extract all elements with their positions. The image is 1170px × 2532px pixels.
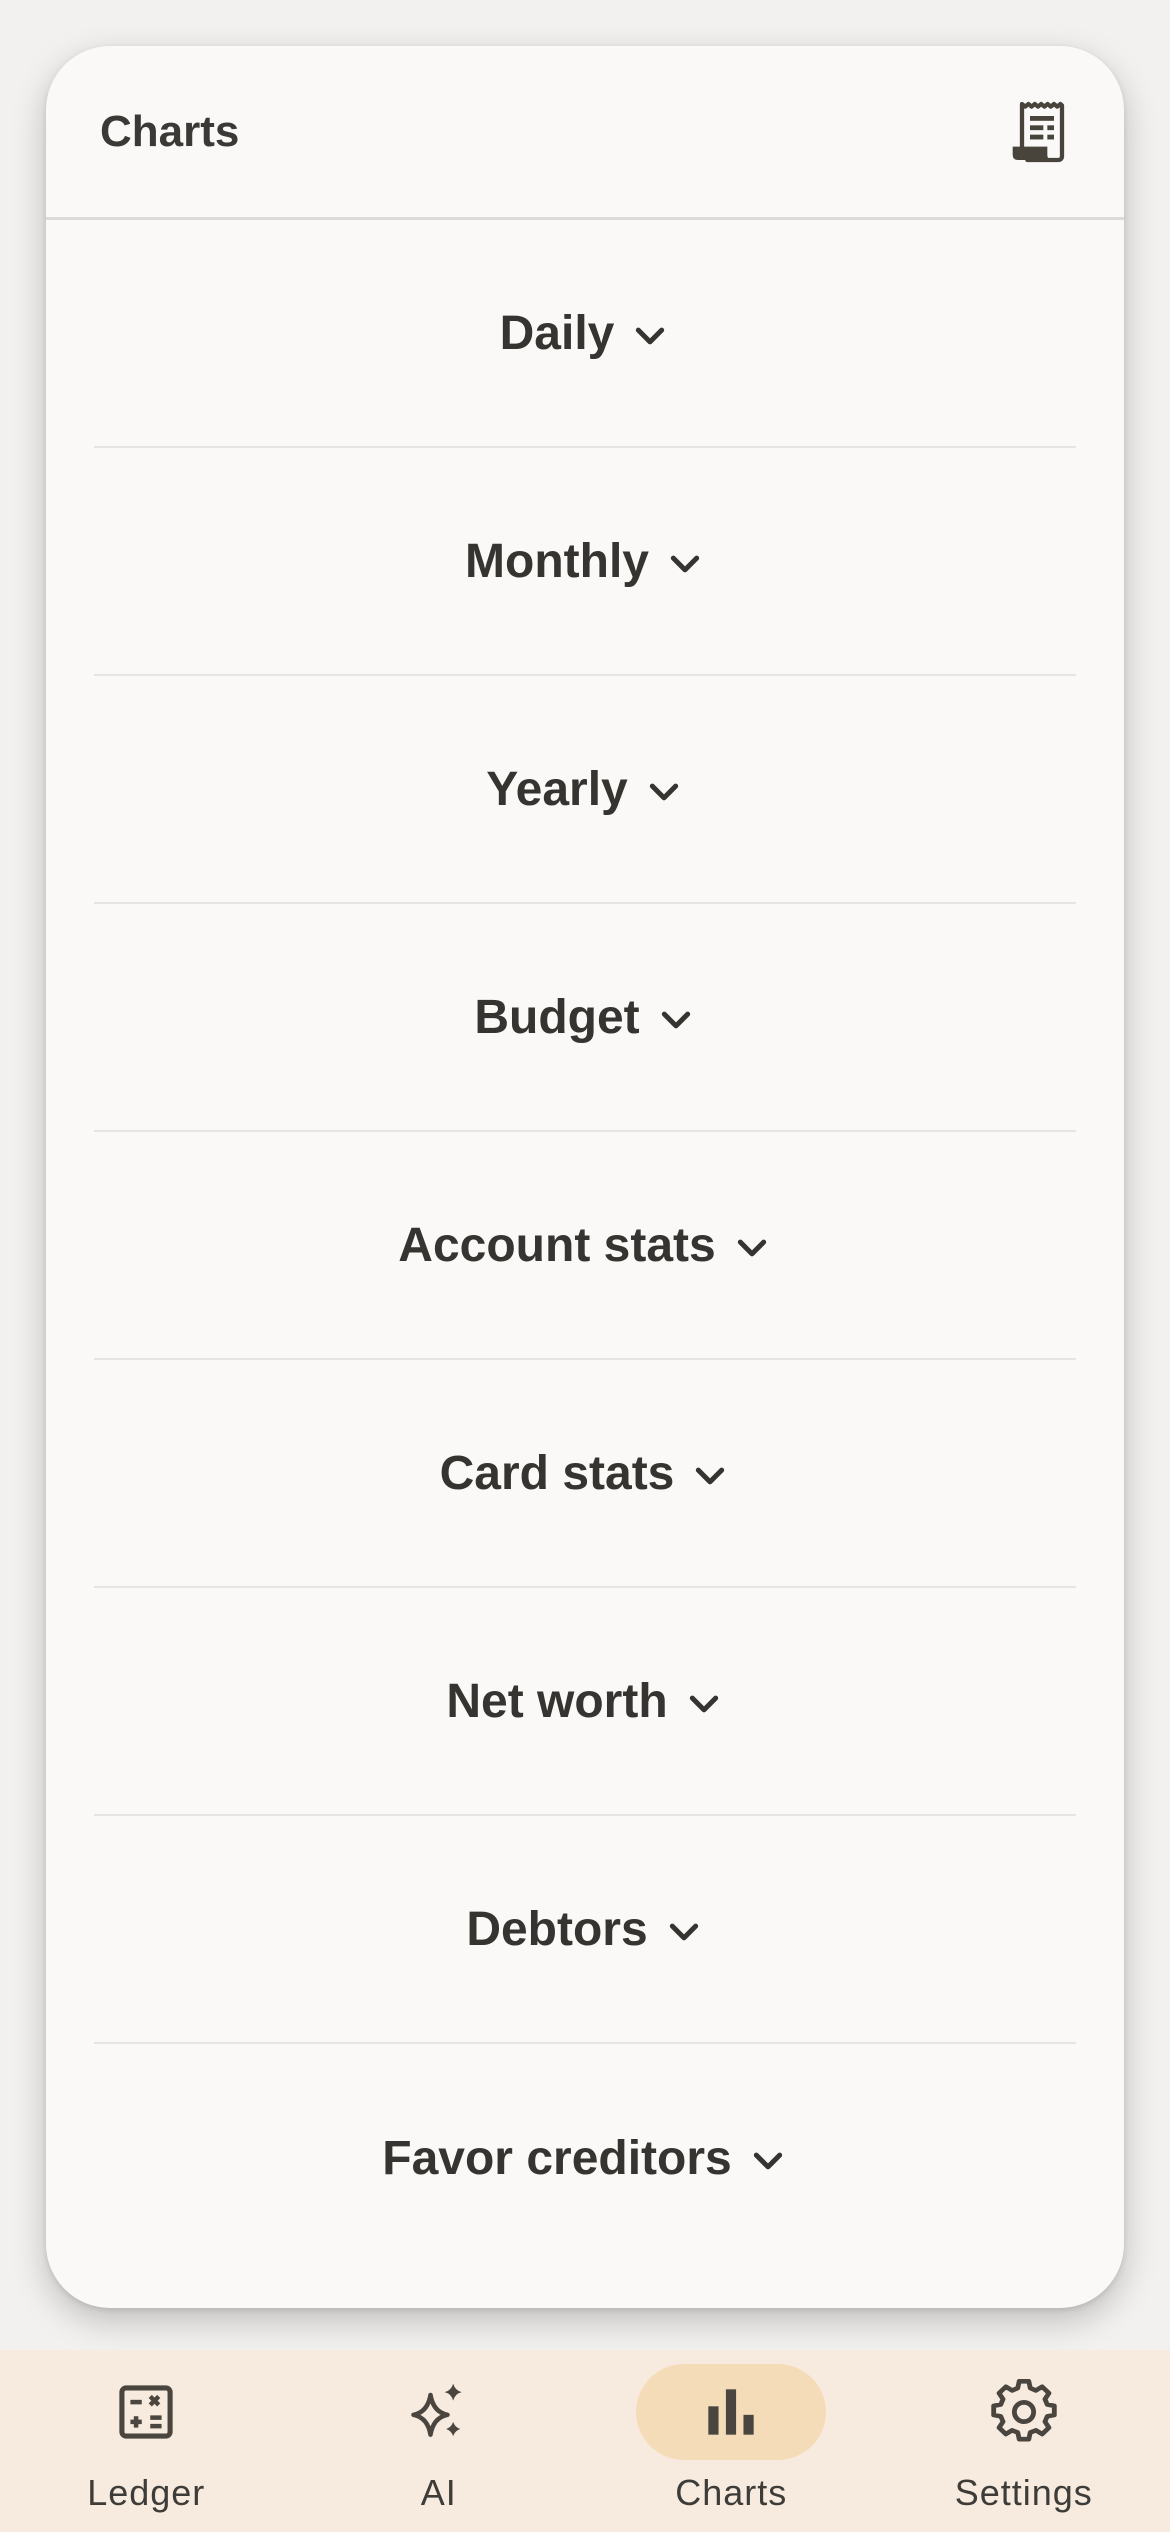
chevron-down-icon bbox=[649, 783, 678, 801]
page-title: Charts bbox=[100, 106, 240, 156]
chevron-down-icon bbox=[636, 327, 665, 345]
chevron-down-icon bbox=[670, 555, 700, 573]
chevron-down-icon bbox=[696, 1467, 725, 1485]
nav-item-charts[interactable]: Charts bbox=[585, 2350, 878, 2532]
section-monthly[interactable]: Monthly bbox=[94, 448, 1076, 676]
section-budget[interactable]: Budget bbox=[94, 904, 1076, 1132]
nav-label: Settings bbox=[954, 2472, 1093, 2513]
section-favor-creditors[interactable]: Favor creditors bbox=[94, 2044, 1076, 2272]
section-yearly[interactable]: Yearly bbox=[94, 676, 1076, 904]
receipt-icon[interactable] bbox=[1006, 100, 1070, 164]
section-label: Account stats bbox=[398, 1218, 716, 1272]
section-card-stats[interactable]: Card stats bbox=[94, 1360, 1076, 1588]
gear-icon bbox=[991, 2379, 1057, 2442]
section-label: Yearly bbox=[486, 762, 628, 816]
section-daily[interactable]: Daily bbox=[94, 220, 1076, 448]
nav-label: Ledger bbox=[87, 2472, 206, 2513]
nav-label: Charts bbox=[675, 2472, 788, 2513]
chart-sections-list: Daily Monthly Yearly Budget Account stat… bbox=[46, 220, 1124, 2272]
section-debtors[interactable]: Debtors bbox=[94, 1816, 1076, 2044]
section-label: Card stats bbox=[439, 1446, 675, 1500]
nav-item-ledger[interactable]: Ledger bbox=[0, 2350, 293, 2532]
nav-icon-container-active bbox=[636, 2364, 827, 2460]
nav-icon-container bbox=[929, 2364, 1119, 2460]
section-label: Net worth bbox=[446, 1674, 668, 1728]
section-net-worth[interactable]: Net worth bbox=[94, 1588, 1076, 1816]
section-label: Daily bbox=[499, 306, 615, 360]
section-label: Debtors bbox=[466, 1902, 648, 1956]
sparkle-icon bbox=[410, 2383, 462, 2437]
chevron-down-icon bbox=[737, 1239, 766, 1257]
nav-icon-container bbox=[344, 2364, 534, 2460]
nav-item-settings[interactable]: Settings bbox=[878, 2350, 1170, 2532]
card-header: Charts bbox=[46, 46, 1124, 220]
chevron-down-icon bbox=[669, 1923, 698, 1941]
chevron-down-icon bbox=[753, 2152, 782, 2170]
chevron-down-icon bbox=[661, 1011, 690, 1029]
bar-chart-icon bbox=[708, 2389, 754, 2435]
section-account-stats[interactable]: Account stats bbox=[94, 1132, 1076, 1360]
nav-label: AI bbox=[420, 2472, 457, 2513]
nav-item-ai[interactable]: AI bbox=[293, 2350, 586, 2532]
nav-icon-container bbox=[51, 2364, 241, 2460]
bottom-navigation: Ledger AI Charts Settings bbox=[0, 2350, 1170, 2532]
section-label: Favor creditors bbox=[382, 2131, 732, 2185]
chevron-down-icon bbox=[689, 1695, 718, 1713]
section-label: Budget bbox=[474, 990, 640, 1044]
charts-card: Charts Daily Monthly Yearly Budget Accou… bbox=[46, 46, 1124, 2308]
section-label: Monthly bbox=[465, 534, 649, 588]
calculator-icon bbox=[119, 2385, 173, 2439]
